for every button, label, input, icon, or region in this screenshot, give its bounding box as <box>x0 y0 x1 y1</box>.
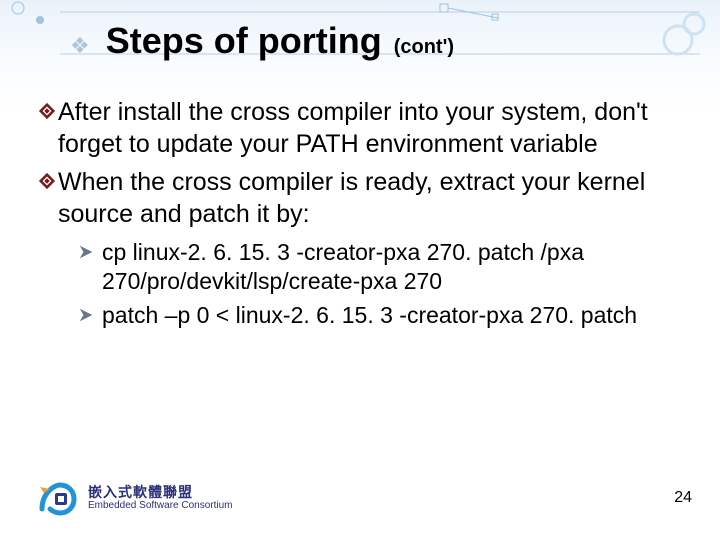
logo: 嵌入式軟體聯盟 Embedded Software Consortium <box>38 479 233 517</box>
body-content: After install the cross compiler into yo… <box>38 96 680 334</box>
diamond-bullet-icon <box>38 172 56 190</box>
org-name-cn: 嵌入式軟體聯盟 <box>88 485 233 500</box>
arrow-bullet-icon <box>78 306 96 324</box>
arrow-bullet-icon <box>78 243 96 261</box>
logo-text: 嵌入式軟體聯盟 Embedded Software Consortium <box>88 485 233 511</box>
diamond-bullet-icon <box>38 102 56 120</box>
slide-title: Steps of porting <box>106 20 382 62</box>
title-row: ❖ Steps of porting (cont') <box>70 20 680 62</box>
footer: 嵌入式軟體聯盟 Embedded Software Consortium 24 <box>38 476 692 520</box>
bullet-text: When the cross compiler is ready, extrac… <box>58 166 680 230</box>
slide-title-suffix: (cont') <box>394 36 454 59</box>
sub-bullet-list: cp linux-2. 6. 15. 3 -creator-pxa 270. p… <box>78 238 680 330</box>
bullet-level1: When the cross compiler is ready, extrac… <box>38 166 680 230</box>
bullet-level2: patch –p 0 < linux-2. 6. 15. 3 -creator-… <box>78 301 680 330</box>
bullet-level1: After install the cross compiler into yo… <box>38 96 680 160</box>
bullet-text: After install the cross compiler into yo… <box>58 96 680 160</box>
title-bullet-icon: ❖ <box>70 35 90 57</box>
logo-icon <box>38 479 78 517</box>
sub-bullet-text: cp linux-2. 6. 15. 3 -creator-pxa 270. p… <box>102 238 680 297</box>
slide: ❖ Steps of porting (cont') After install… <box>0 0 720 540</box>
bullet-level2: cp linux-2. 6. 15. 3 -creator-pxa 270. p… <box>78 238 680 297</box>
sub-bullet-text: patch –p 0 < linux-2. 6. 15. 3 -creator-… <box>102 301 680 330</box>
page-number: 24 <box>674 489 692 507</box>
org-name-en: Embedded Software Consortium <box>88 500 233 511</box>
